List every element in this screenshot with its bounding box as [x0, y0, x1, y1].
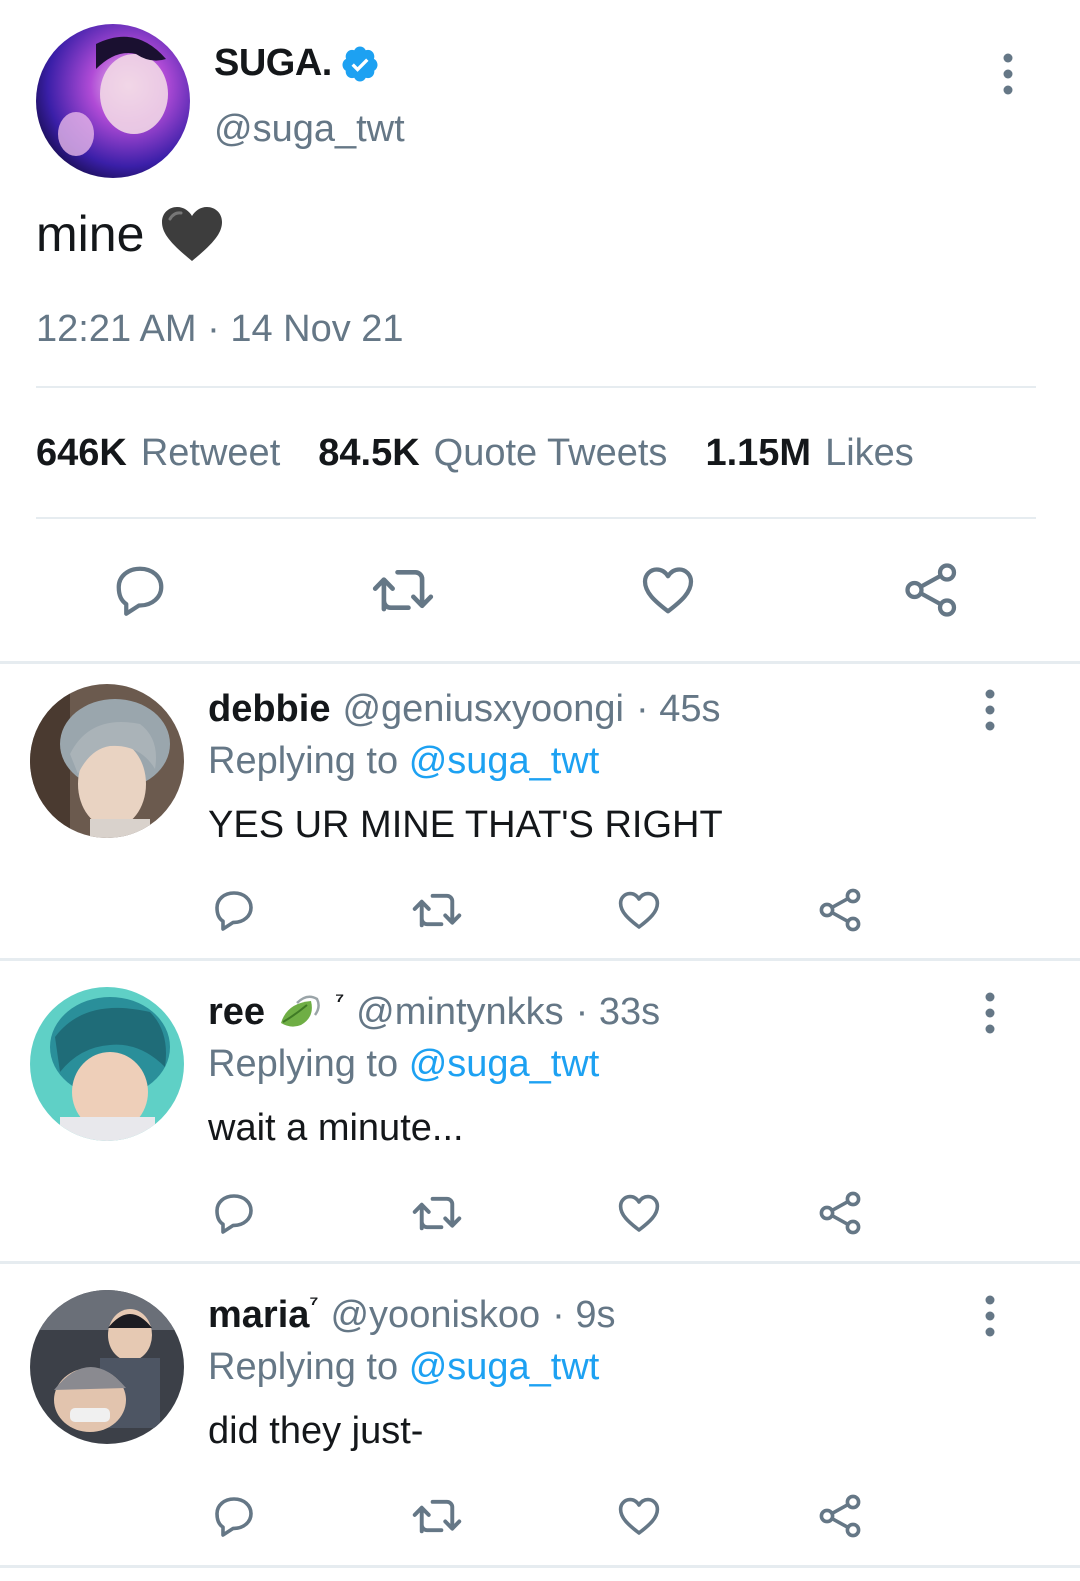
retweet-icon — [370, 560, 436, 620]
reply-author-handle[interactable]: @mintynkks — [356, 991, 564, 1034]
share-button[interactable] — [817, 1189, 865, 1237]
replying-to-link[interactable]: @suga_twt — [409, 740, 600, 782]
retweet-count[interactable]: 646K Retweet — [36, 432, 280, 475]
like-button[interactable] — [615, 1189, 663, 1237]
reply-icon — [110, 560, 170, 620]
retweet-button[interactable] — [410, 1189, 464, 1237]
divider — [0, 1565, 1080, 1568]
leaf-emoji-icon — [277, 993, 323, 1033]
reply-header: debbie @geniusxyoongi · 45s — [208, 688, 720, 731]
share-icon — [817, 1189, 865, 1237]
stat-label: Quote Tweets — [433, 432, 668, 474]
reply-time[interactable]: · 9s — [552, 1294, 615, 1337]
reply-text: did they just- — [208, 1410, 424, 1452]
reply-author-handle[interactable]: @geniusxyoongi — [342, 688, 624, 731]
divider — [36, 386, 1036, 388]
more-options-button[interactable] — [978, 688, 1002, 732]
more-vertical-icon — [978, 688, 1002, 732]
retweet-button[interactable] — [410, 1492, 464, 1540]
retweet-button[interactable] — [370, 560, 436, 620]
retweet-icon — [410, 886, 464, 934]
reply-author-handle[interactable]: @yooniskoo — [330, 1294, 540, 1337]
more-options-button[interactable] — [978, 991, 1002, 1035]
tweet-timestamp[interactable]: 12:21 AM · 14 Nov 21 — [36, 308, 404, 351]
replying-to-link[interactable]: @suga_twt — [409, 1043, 600, 1085]
verified-badge-icon — [340, 44, 380, 84]
share-button[interactable] — [817, 886, 865, 934]
like-icon — [615, 886, 663, 934]
replying-to-link[interactable]: @suga_twt — [409, 1346, 600, 1388]
reply-button[interactable] — [210, 1492, 258, 1540]
reply-author-suffix: ⁷ — [335, 987, 345, 1013]
retweet-icon — [410, 1492, 464, 1540]
replying-to-label: Replying to — [208, 1346, 399, 1388]
main-tweet: SUGA. @suga_twt mine 12:21 AM · 14 Nov 2… — [0, 0, 1080, 664]
reply-tweet[interactable]: maria ⁷ @yooniskoo · 9s Replying to @sug… — [0, 1270, 1080, 1570]
black-heart-icon — [160, 205, 224, 263]
like-button[interactable] — [638, 560, 698, 620]
replying-to: Replying to @suga_twt — [208, 1346, 599, 1389]
likes-count[interactable]: 1.15M Likes — [705, 432, 913, 475]
replying-to-label: Replying to — [208, 740, 399, 782]
reply-time[interactable]: · 45s — [636, 688, 720, 731]
share-button[interactable] — [902, 560, 962, 620]
tweet-text-row: mine — [36, 205, 224, 263]
reply-author-name[interactable]: ree — [208, 991, 265, 1034]
reply-icon — [210, 886, 258, 934]
reply-author-name[interactable]: maria — [208, 1294, 309, 1337]
author-name-row: SUGA. — [214, 42, 380, 85]
like-button[interactable] — [615, 1492, 663, 1540]
reply-text: YES UR MINE THAT'S RIGHT — [208, 804, 723, 846]
quote-tweets-count[interactable]: 84.5K Quote Tweets — [318, 432, 667, 475]
stat-label: Retweet — [140, 432, 281, 474]
more-options-button[interactable] — [996, 52, 1020, 96]
stat-label: Likes — [825, 432, 914, 474]
reply-header: maria ⁷ @yooniskoo · 9s — [208, 1290, 616, 1337]
like-icon — [615, 1492, 663, 1540]
divider — [36, 517, 1036, 519]
more-vertical-icon — [996, 52, 1020, 96]
retweet-button[interactable] — [410, 886, 464, 934]
stat-number: 646K — [36, 432, 127, 474]
reply-author-suffix: ⁷ — [309, 1290, 319, 1316]
author-handle[interactable]: @suga_twt — [214, 108, 405, 151]
replying-to: Replying to @suga_twt — [208, 740, 599, 783]
avatar[interactable] — [30, 684, 184, 838]
more-vertical-icon — [978, 991, 1002, 1035]
like-icon — [615, 1189, 663, 1237]
author-avatar[interactable] — [36, 24, 190, 178]
replying-to-label: Replying to — [208, 1043, 399, 1085]
more-options-button[interactable] — [978, 1294, 1002, 1338]
reply-header: ree ⁷ @mintynkks · 33s — [208, 987, 660, 1034]
tweet-text: mine — [36, 206, 145, 262]
reply-icon — [210, 1189, 258, 1237]
divider — [0, 958, 1080, 961]
share-button[interactable] — [817, 1492, 865, 1540]
reply-text: wait a minute... — [208, 1107, 464, 1149]
divider — [0, 1261, 1080, 1264]
author-name[interactable]: SUGA. — [214, 42, 332, 85]
avatar[interactable] — [30, 987, 184, 1141]
like-icon — [638, 560, 698, 620]
tweet-stats: 646K Retweet 84.5K Quote Tweets 1.15M Li… — [36, 432, 914, 475]
stat-number: 1.15M — [705, 432, 812, 474]
like-button[interactable] — [615, 886, 663, 934]
more-vertical-icon — [978, 1294, 1002, 1338]
reply-tweet[interactable]: ree ⁷ @mintynkks · 33s Replying to @suga… — [0, 967, 1080, 1267]
share-icon — [902, 560, 962, 620]
stat-number: 84.5K — [318, 432, 420, 474]
avatar[interactable] — [30, 1290, 184, 1444]
reply-time[interactable]: · 33s — [576, 991, 660, 1034]
share-icon — [817, 886, 865, 934]
reply-button[interactable] — [210, 1189, 258, 1237]
reply-button[interactable] — [110, 560, 170, 620]
reply-button[interactable] — [210, 886, 258, 934]
retweet-icon — [410, 1189, 464, 1237]
share-icon — [817, 1492, 865, 1540]
reply-tweet[interactable]: debbie @geniusxyoongi · 45s Replying to … — [0, 664, 1080, 964]
reply-author-name[interactable]: debbie — [208, 688, 330, 731]
replying-to: Replying to @suga_twt — [208, 1043, 599, 1086]
reply-icon — [210, 1492, 258, 1540]
